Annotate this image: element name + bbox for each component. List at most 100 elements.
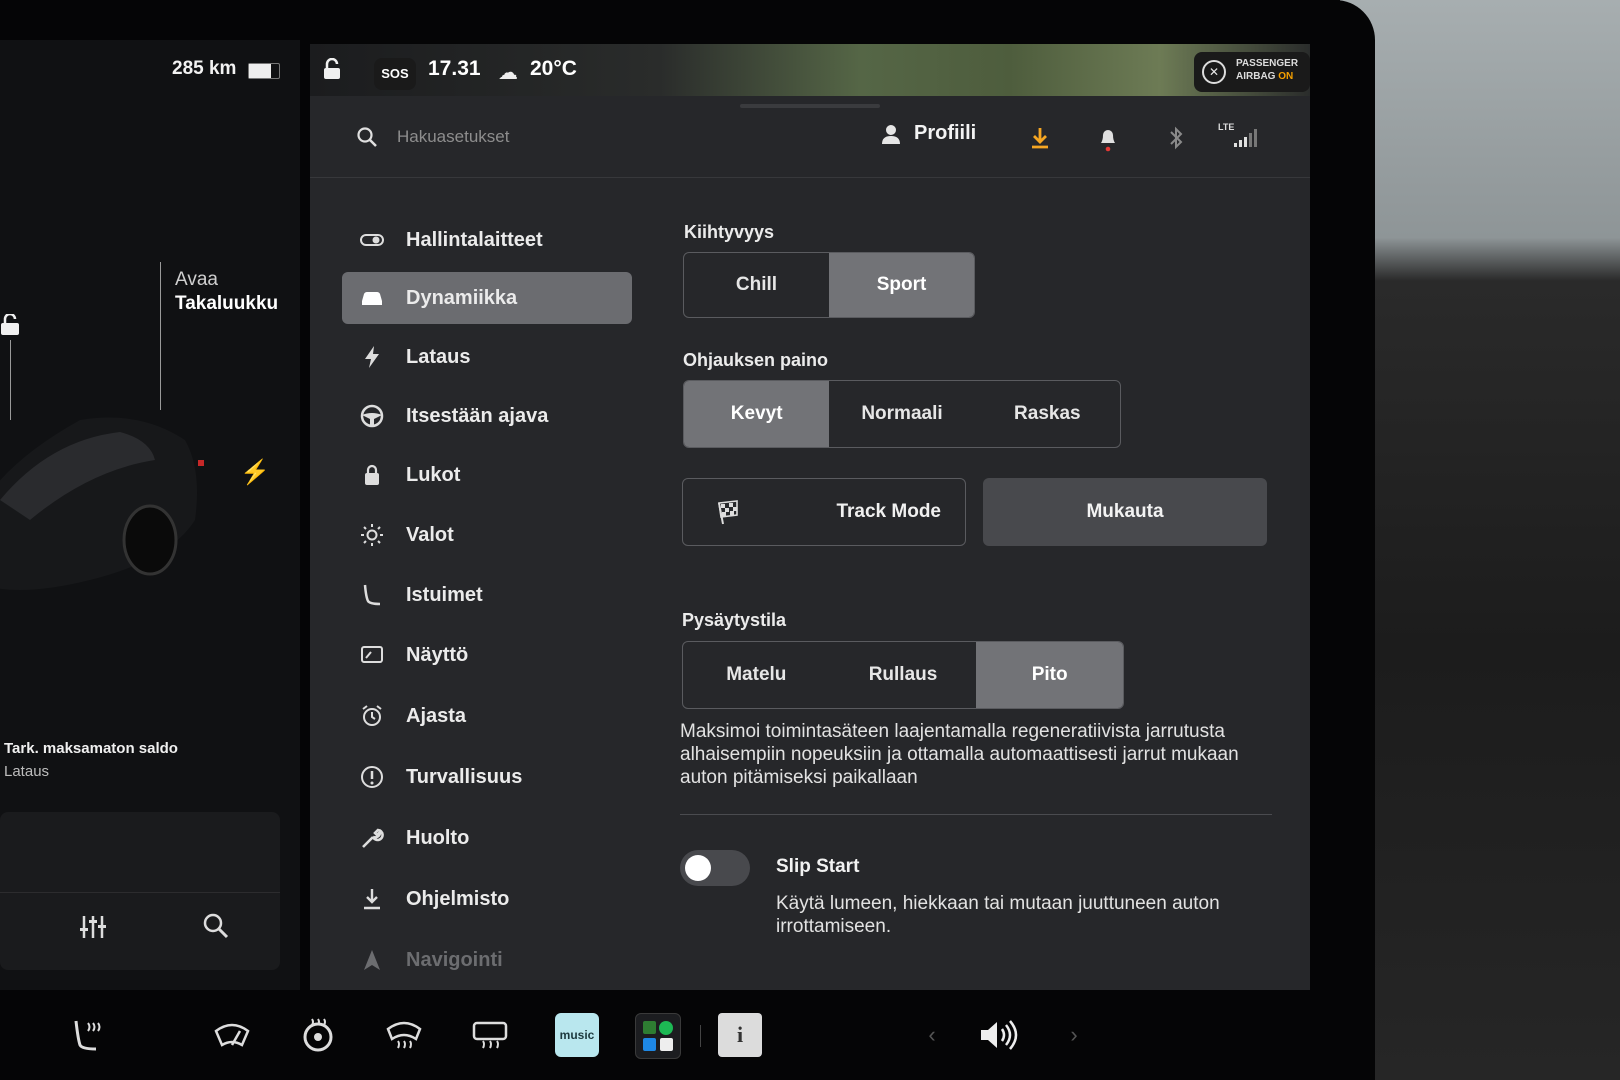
- driver-seat-heater-icon[interactable]: [66, 1013, 110, 1057]
- airbag-on: ON: [1278, 71, 1294, 82]
- sidebar-item-istuimet[interactable]: Istuimet: [342, 569, 632, 621]
- balance-subtitle: Lataus: [4, 763, 50, 780]
- sidebar-item-label: Ajasta: [406, 704, 467, 727]
- clock: 17.31: [428, 57, 481, 80]
- person-icon: [882, 124, 900, 144]
- slip-start-toggle[interactable]: [680, 850, 750, 886]
- section-divider: [680, 814, 1272, 815]
- settings-search-input[interactable]: [395, 121, 659, 153]
- trunk-label-line2: Takaluukku: [175, 293, 279, 314]
- rear-defrost-icon[interactable]: [468, 1013, 512, 1057]
- sidebar-item-label: Navigointi: [406, 948, 503, 971]
- track-mode-button[interactable]: Track Mode: [682, 478, 966, 546]
- steering-heater-icon[interactable]: [296, 1013, 340, 1057]
- display-icon: [358, 641, 386, 669]
- sidebar-item-label: Dynamiikka: [406, 286, 518, 309]
- alarm-icon: [358, 702, 386, 730]
- acceleration-title: Kiihtyvyys: [684, 222, 775, 242]
- acceleration-selector: Chill Sport: [683, 252, 975, 318]
- trunk-label-line1: Avaa: [175, 269, 218, 290]
- acceleration-option-sport[interactable]: Sport: [829, 253, 974, 317]
- background-interior: [1340, 0, 1620, 1080]
- sidebar-item-lataus[interactable]: Lataus: [342, 331, 632, 383]
- slip-start-description: Käytä lumeen, hiekkaan tai mutaan juuttu…: [776, 893, 1220, 937]
- app-launcher-button[interactable]: [635, 1013, 681, 1059]
- stopping-option-pito[interactable]: Pito: [976, 642, 1123, 708]
- customize-button[interactable]: Mukauta: [983, 478, 1267, 546]
- seat-icon: [358, 581, 386, 609]
- sidebar-item-dynamiikka[interactable]: Dynamiikka: [342, 272, 632, 324]
- owners-manual-icon[interactable]: i: [718, 1013, 762, 1057]
- battery-icon: [248, 63, 280, 79]
- charge-port-icon[interactable]: ⚡: [240, 458, 270, 487]
- sidebar-item-valot[interactable]: Valot: [342, 509, 632, 561]
- download-icon[interactable]: [1026, 124, 1054, 152]
- wiper-icon[interactable]: [210, 1013, 254, 1057]
- unlock-icon[interactable]: [0, 314, 20, 336]
- search-icon: [357, 127, 377, 147]
- steering-option-raskas[interactable]: Raskas: [975, 381, 1120, 447]
- sidebar-item-ohjelmisto[interactable]: Ohjelmisto: [342, 873, 632, 925]
- bluetooth-icon[interactable]: [1162, 124, 1190, 152]
- trunk-pointer-line: [160, 262, 161, 410]
- sliders-icon[interactable]: [78, 912, 108, 942]
- amazon-music-app[interactable]: music: [555, 1013, 599, 1057]
- track-mode-label: Track Mode: [836, 501, 941, 522]
- sidebar-item-label: Huolto: [406, 826, 470, 849]
- profile-label: Profiili: [914, 122, 977, 144]
- sidebar-item-label: Ohjelmisto: [406, 887, 510, 910]
- sidebar-item-näyttö[interactable]: Näyttö: [342, 629, 632, 681]
- sidebar-item-huolto[interactable]: Huolto: [342, 812, 632, 864]
- stopping-option-rullaus[interactable]: Rullaus: [830, 642, 977, 708]
- alert-icon: [358, 763, 386, 791]
- sidebar-item-label: Itsestään ajava: [406, 404, 549, 427]
- app-grid-icon: [643, 1021, 673, 1051]
- sun-icon: [358, 521, 386, 549]
- sidebar-item-label: Hallintalaitteet: [406, 228, 543, 251]
- profile-button[interactable]: Profiili: [880, 122, 976, 145]
- car-render: [0, 417, 204, 590]
- volume-up-arrow-icon[interactable]: ›: [1052, 1013, 1096, 1057]
- steering-option-normaali[interactable]: Normaali: [829, 381, 974, 447]
- sidebar-item-ajasta[interactable]: Ajasta: [342, 690, 632, 742]
- sidebar-item-label: Valot: [406, 523, 454, 546]
- airbag-word: AIRBAG: [1236, 71, 1276, 82]
- card-divider: [0, 892, 280, 893]
- sidebar-item-turvallisuus[interactable]: Turvallisuus: [342, 751, 632, 803]
- sos-button[interactable]: SOS: [374, 58, 416, 90]
- steering-wheel-icon: [358, 402, 386, 430]
- unlock-icon[interactable]: [322, 58, 344, 80]
- checkered-flag-icon: [718, 500, 738, 525]
- sidebar-item-itsestään-ajava[interactable]: Itsestään ajava: [342, 390, 632, 442]
- header-divider: [310, 177, 1310, 178]
- open-trunk-button[interactable]: Avaa Takaluukku: [175, 268, 278, 316]
- acceleration-option-chill[interactable]: Chill: [684, 253, 829, 317]
- drag-handle[interactable]: [740, 104, 880, 108]
- dock-separator: [700, 1025, 701, 1047]
- lock-icon: [358, 461, 386, 489]
- volume-down-arrow-icon[interactable]: ‹: [910, 1013, 954, 1057]
- range-readout: 285 km: [172, 58, 237, 79]
- steering-title: Ohjauksen paino: [683, 350, 829, 370]
- passenger-airbag-status: ✕ PASSENGER AIRBAG ON: [1194, 52, 1310, 92]
- toggle-knob: [685, 855, 711, 881]
- sidebar-item-lukot[interactable]: Lukot: [342, 449, 632, 501]
- bell-icon[interactable]: [1094, 124, 1122, 152]
- wrench-icon: [358, 824, 386, 852]
- volume-icon[interactable]: [975, 1013, 1019, 1057]
- search-icon[interactable]: [202, 912, 230, 940]
- bolt-icon: [358, 343, 386, 371]
- stopping-option-matelu[interactable]: Matelu: [683, 642, 830, 708]
- sidebar-item-label: Turvallisuus: [406, 765, 523, 788]
- stopping-mode-title: Pysäytystila: [682, 610, 787, 630]
- slip-start-title: Slip Start: [776, 856, 860, 877]
- sidebar-item-label: Istuimet: [406, 583, 483, 606]
- sidebar-item-label: Lukot: [406, 463, 461, 486]
- cloud-icon: ☁: [498, 62, 518, 84]
- airbag-icon: ✕: [1202, 60, 1226, 84]
- steering-option-kevyt[interactable]: Kevyt: [684, 381, 830, 447]
- sidebar-item-label: Näyttö: [406, 643, 469, 666]
- front-defrost-icon[interactable]: [382, 1013, 426, 1057]
- sidebar-item-hallintalaitteet[interactable]: Hallintalaitteet: [342, 214, 632, 266]
- sidebar-item-navigointi[interactable]: Navigointi: [342, 934, 632, 986]
